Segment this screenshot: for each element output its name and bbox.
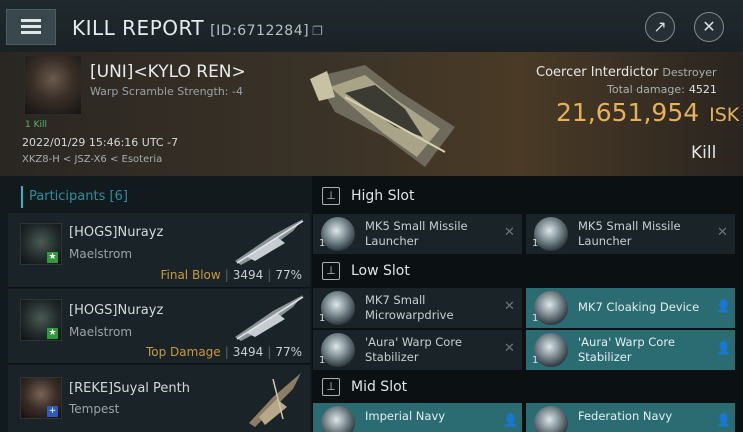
close-icon: ✕: [702, 17, 716, 36]
participants-header[interactable]: Participants [6]: [21, 186, 128, 208]
mid-slot-title: Mid Slot: [351, 379, 408, 395]
module-item-active[interactable]: 1 MK7 Cloaking Device 👤: [526, 288, 735, 328]
share-button[interactable]: ↗: [645, 12, 675, 42]
victim-ship-image[interactable]: [305, 57, 465, 172]
close-icon[interactable]: ✕: [504, 225, 515, 240]
total-damage: Total damage: 4521: [607, 83, 717, 96]
low-slot-title: Low Slot: [351, 263, 410, 279]
module-item-active[interactable]: Federation Navy 👤: [526, 403, 735, 432]
total-damage-value: 4521: [688, 83, 717, 96]
isk-amount: 21,651,954: [556, 98, 700, 127]
close-icon[interactable]: ✕: [504, 299, 515, 314]
module-name: MK5 Small Missile Launcher: [578, 219, 681, 248]
user-icon[interactable]: 👤: [716, 299, 731, 313]
title-bar: KILL REPORT [ID:6712284] ❐ ↗ ✕: [0, 0, 743, 53]
high-slot-icon: ⊥: [322, 187, 340, 205]
participant-ship-image[interactable]: [243, 369, 308, 429]
module-item[interactable]: 1 'Aura' Warp Core Stabilizer ✕: [313, 330, 522, 370]
module-icon: [321, 406, 355, 432]
hamburger-icon: [21, 19, 41, 22]
module-quantity: 1: [319, 355, 326, 366]
module-quantity: 1: [319, 313, 326, 324]
warp-core-stabilizer-icon: [321, 333, 355, 367]
high-slot-title: High Slot: [351, 188, 415, 204]
isk-unit: ISK: [709, 104, 740, 126]
missile-launcher-icon: [321, 217, 355, 251]
isk-value: 21,651,954 ISK: [556, 98, 739, 127]
participant-ship: Maelstrom: [69, 325, 133, 339]
module-quantity: 1: [532, 238, 539, 249]
kill-id[interactable]: [ID:6712284]: [210, 23, 309, 39]
module-name: Federation Navy: [578, 409, 673, 423]
participant-name[interactable]: [HOGS]Nurayz: [69, 225, 163, 240]
module-quantity: 1: [319, 238, 326, 249]
copy-icon[interactable]: ❐: [312, 24, 323, 38]
participant-name[interactable]: [HOGS]Nurayz: [69, 303, 163, 318]
module-icon: [534, 406, 568, 432]
module-name: MK7 Cloaking Device: [578, 300, 700, 314]
warp-scramble-strength: Warp Scramble Strength: -4: [90, 85, 243, 98]
microwarpdrive-icon: [321, 291, 355, 325]
corp-badge-icon: +: [47, 406, 58, 417]
result-label: Kill: [691, 143, 717, 163]
participant-damage: 3494: [232, 268, 264, 282]
module-item-active[interactable]: Imperial Navy 👤: [313, 403, 522, 432]
module-name: 'Aura' Warp Core Stabilizer: [365, 335, 462, 364]
victim-portrait[interactable]: [24, 55, 82, 115]
module-name: MK5 Small Missile Launcher: [365, 219, 468, 248]
ship-name[interactable]: Coercer Interdictor: [536, 65, 658, 80]
participant-ship: Maelstrom: [69, 247, 133, 261]
high-slot-header: ⊥ High Slot: [318, 183, 743, 211]
module-name: 'Aura' Warp Core Stabilizer: [578, 335, 675, 364]
participant-row[interactable]: + [REKE]Suyal Penth Tempest: [8, 365, 310, 432]
victim-kill-count: 1 Kill: [25, 120, 47, 130]
module-name: Imperial Navy: [365, 409, 446, 423]
close-icon[interactable]: ✕: [504, 341, 515, 356]
participant-stats: Final Blow | 3494 | 77%: [160, 268, 302, 282]
top-damage-label: Top Damage: [145, 345, 221, 359]
ship-class: Destroyer: [662, 66, 717, 79]
participant-row[interactable]: ★ [HOGS]Nurayz Maelstrom Final Blow | 3494…: [8, 213, 310, 288]
user-icon[interactable]: 👤: [503, 413, 518, 427]
module-item[interactable]: 1 MK5 Small Missile Launcher ✕: [313, 214, 522, 254]
participant-row[interactable]: ★ [HOGS]Nurayz Maelstrom Top Damage | 3494…: [8, 289, 310, 364]
user-icon[interactable]: 👤: [716, 341, 731, 355]
participant-ship-image[interactable]: [233, 217, 308, 267]
participant-name[interactable]: [REKE]Suyal Penth: [69, 381, 190, 396]
close-button[interactable]: ✕: [694, 12, 724, 42]
low-slot-header: ⊥ Low Slot: [318, 257, 743, 285]
corp-badge-icon: ★: [47, 328, 58, 339]
mid-slot-icon: ⊥: [322, 378, 340, 396]
kill-report-window: KILL REPORT [ID:6712284] ❐ ↗ ✕ [UNI]<KYLO …: [0, 0, 743, 432]
final-blow-label: Final Blow: [160, 268, 221, 282]
close-icon[interactable]: ✕: [717, 225, 728, 240]
window-title: KILL REPORT [ID:6712284] ❐: [72, 16, 323, 40]
external-link-icon: ↗: [653, 17, 667, 36]
kill-datetime: 2022/01/29 15:46:16 UTC -7: [22, 136, 179, 149]
mid-slot-header: ⊥ Mid Slot: [318, 373, 743, 401]
victim-ship: Coercer Interdictor Destroyer: [536, 65, 717, 80]
menu-button[interactable]: [6, 9, 56, 45]
kill-location[interactable]: XKZ8-H < JSZ-X6 < Esoteria: [22, 154, 162, 165]
title-text: KILL REPORT: [72, 16, 205, 40]
module-quantity: 1: [532, 313, 539, 324]
participant-percent: 77%: [275, 345, 302, 359]
warp-core-stabilizer-icon: [534, 333, 568, 367]
participant-damage: 3494: [232, 345, 264, 359]
module-quantity: 1: [532, 355, 539, 366]
module-name: MK7 Small Microwarpdrive: [365, 293, 454, 322]
user-icon[interactable]: 👤: [716, 413, 731, 427]
missile-launcher-icon: [534, 217, 568, 251]
module-item[interactable]: 1 MK7 Small Microwarpdrive ✕: [313, 288, 522, 328]
participant-percent: 77%: [275, 268, 302, 282]
corp-badge-icon: ★: [47, 252, 58, 263]
victim-name[interactable]: [UNI]<KYLO REN>: [90, 62, 246, 82]
participant-ship-image[interactable]: [233, 293, 308, 343]
low-slot-icon: ⊥: [322, 262, 340, 280]
module-item-active[interactable]: 1 'Aura' Warp Core Stabilizer 👤: [526, 330, 735, 370]
participant-stats: Top Damage | 3494 | 77%: [145, 345, 302, 359]
participant-ship: Tempest: [69, 402, 120, 416]
cloaking-device-icon: [534, 291, 568, 325]
module-item[interactable]: 1 MK5 Small Missile Launcher ✕: [526, 214, 735, 254]
